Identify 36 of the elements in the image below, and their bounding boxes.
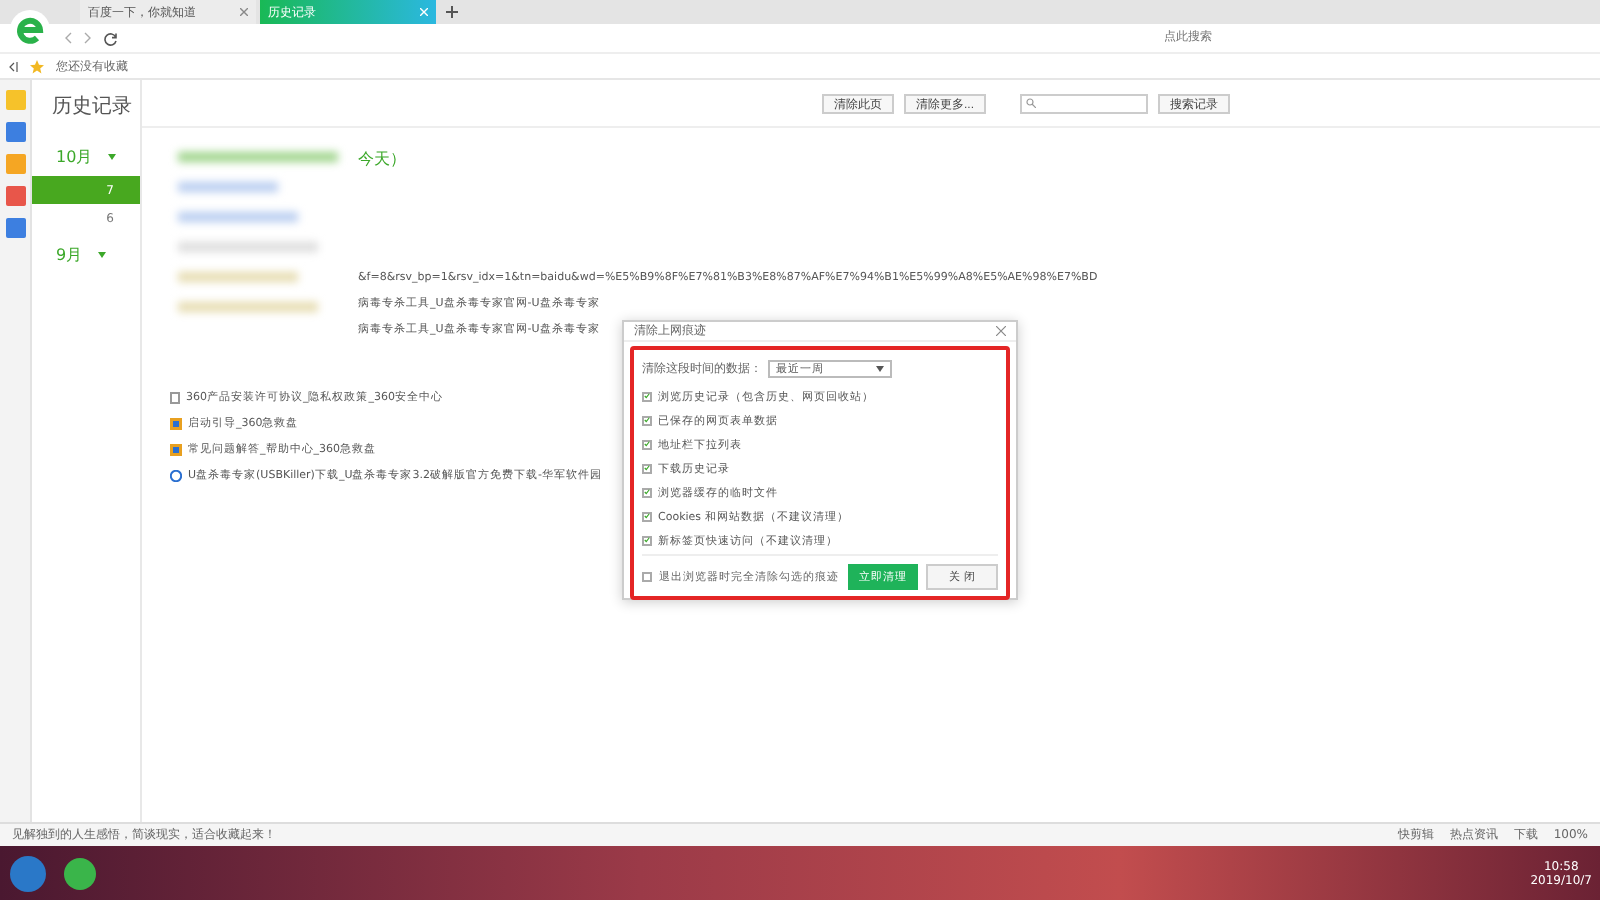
sidebar-toggle-icon[interactable] [8, 61, 18, 71]
close-icon[interactable] [996, 326, 1006, 336]
star-icon[interactable] [30, 59, 44, 73]
close-icon[interactable] [240, 8, 248, 16]
checkbox[interactable] [642, 511, 652, 521]
checkbox[interactable] [642, 463, 652, 473]
checkbox[interactable] [642, 487, 652, 497]
search-icon [1026, 98, 1037, 108]
checkbox[interactable] [642, 572, 652, 582]
check-icon [644, 512, 650, 520]
check-icon [644, 488, 650, 496]
browser-taskbar-icon[interactable] [60, 853, 100, 893]
check-icon [644, 392, 650, 400]
checkbox[interactable] [642, 535, 652, 545]
globe-icon [170, 469, 182, 481]
back-icon[interactable] [64, 32, 72, 44]
checkbox[interactable] [642, 391, 652, 401]
checkbox[interactable] [642, 415, 652, 425]
app-icon [170, 417, 182, 429]
check-icon [644, 464, 650, 472]
page-title: 历史记录 [52, 93, 132, 120]
check-icon [644, 416, 650, 424]
start-button-icon[interactable] [8, 853, 48, 893]
document-icon [170, 391, 180, 403]
check-icon [644, 536, 650, 544]
reload-icon[interactable] [104, 31, 118, 45]
caret-icon [108, 154, 117, 160]
new-tab-icon[interactable] [446, 6, 458, 18]
caret-icon [98, 252, 107, 258]
forward-icon[interactable] [84, 32, 92, 44]
app-icon [170, 443, 182, 455]
check-icon [644, 440, 650, 448]
search-field[interactable] [1020, 93, 1149, 113]
checkbox[interactable] [642, 439, 652, 449]
date-heading: 今天） [358, 148, 408, 170]
caret-icon [876, 366, 884, 372]
